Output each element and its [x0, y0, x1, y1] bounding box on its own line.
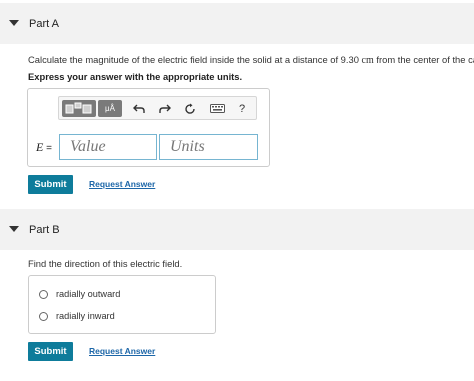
math-toolbar: μÅ ?: [58, 96, 257, 120]
question-text: Calculate the magnitude of the electric …: [28, 54, 359, 65]
templates-icon[interactable]: [62, 100, 96, 117]
help-icon[interactable]: ?: [235, 100, 249, 117]
equation-label: E =: [36, 140, 52, 154]
value-input[interactable]: Value: [59, 134, 157, 160]
choice-list: radially outward radially inward: [28, 275, 216, 334]
units-icon[interactable]: μÅ: [98, 100, 122, 117]
answer-instruction: Express your answer with the appropriate…: [28, 71, 243, 82]
radio-button[interactable]: [39, 311, 48, 321]
part-b-header[interactable]: Part B: [0, 209, 474, 250]
question-unit: cm: [361, 55, 374, 66]
part-a-request-answer-link[interactable]: Request Answer: [89, 179, 155, 189]
redo-icon[interactable]: [157, 100, 173, 117]
caret-down-icon: [9, 226, 19, 232]
keyboard-icon[interactable]: [207, 100, 227, 117]
part-a-submit-button[interactable]: Submit: [28, 175, 73, 194]
part-b-request-answer-link[interactable]: Request Answer: [89, 346, 155, 356]
radio-button[interactable]: [39, 289, 48, 299]
part-b-title: Part B: [29, 223, 60, 236]
option-radially-outward[interactable]: radially outward: [39, 289, 120, 299]
part-a-title: Part A: [29, 17, 59, 30]
undo-icon[interactable]: [131, 100, 147, 117]
units-input[interactable]: Units: [159, 134, 258, 160]
question-text-end: from the center of the cavity.: [376, 54, 474, 65]
part-a-question: Calculate the magnitude of the electric …: [28, 54, 474, 66]
answer-box: μÅ ? E = Value Units: [27, 88, 270, 167]
caret-down-icon: [9, 20, 19, 26]
option-radially-inward[interactable]: radially inward: [39, 311, 115, 321]
reset-icon[interactable]: [182, 100, 198, 117]
part-a-header[interactable]: Part A: [0, 3, 474, 44]
part-b-submit-button[interactable]: Submit: [28, 342, 73, 361]
part-b-question: Find the direction of this electric fiel…: [28, 258, 183, 269]
